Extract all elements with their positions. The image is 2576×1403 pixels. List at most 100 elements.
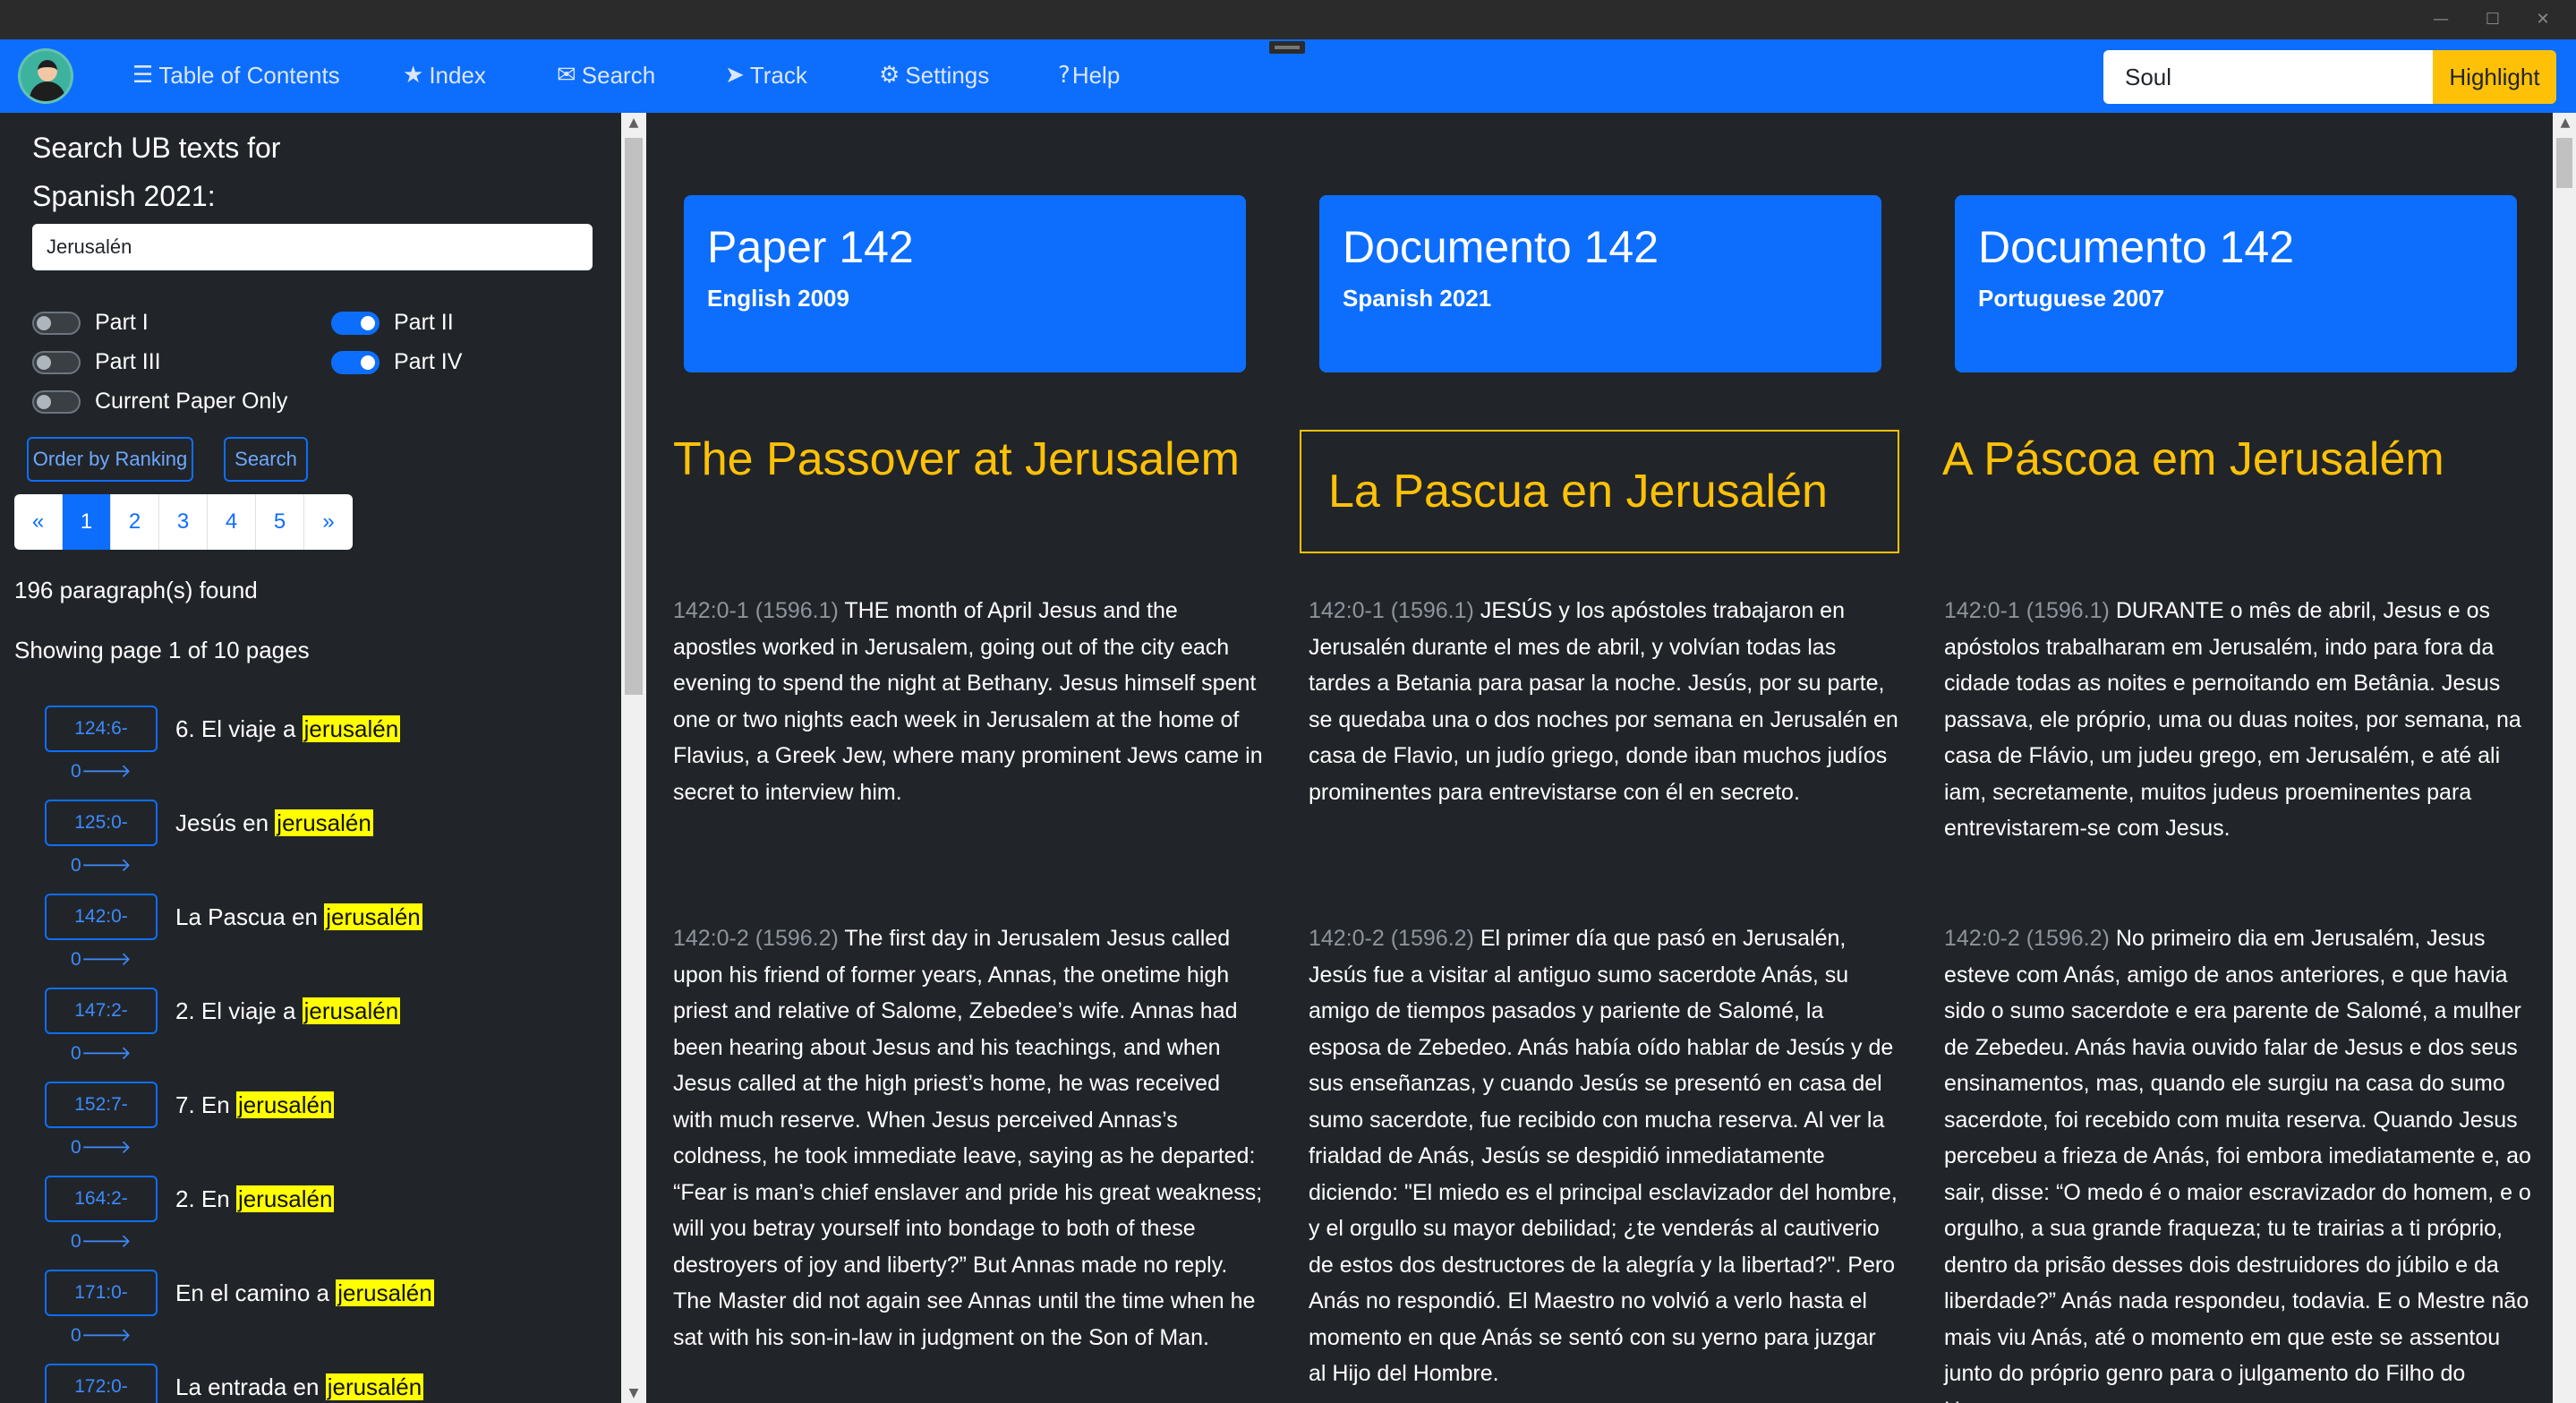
result-match: jerusalén: [302, 997, 401, 1024]
switch-current-paper-only[interactable]: [32, 389, 81, 414]
nav-index[interactable]: ★ Index: [403, 59, 486, 91]
toggle-part-1[interactable]: Part I: [32, 310, 149, 336]
toggle-current-paper-only[interactable]: Current Paper Only: [32, 389, 287, 415]
result-ref-link[interactable]: 147:2-0🡒: [45, 988, 158, 1064]
paper-title-english: The Passover at Jerusalem: [673, 433, 1240, 485]
scroll-down-icon[interactable]: ▼: [621, 1383, 646, 1403]
order-by-ranking-button[interactable]: Order by Ranking: [27, 437, 193, 482]
page-3[interactable]: 3: [159, 494, 208, 550]
sidebar-title-line2: Spanish 2021:: [32, 180, 216, 212]
page-2[interactable]: 2: [111, 494, 159, 550]
nav-help[interactable]: ? Help: [1058, 59, 1120, 91]
result-match: jerusalén: [235, 1185, 335, 1212]
toggle-label: Part II: [394, 310, 454, 335]
result-label: 6. El viaje a: [175, 714, 303, 742]
send-icon: ➤: [725, 62, 745, 89]
nav-search[interactable]: ✉ Search: [557, 59, 655, 91]
window-titlebar: — ☐ ✕: [0, 0, 2576, 39]
paragraph-ref: 142:0-1 (1596.1): [673, 598, 839, 623]
card-title: Paper 142: [707, 222, 914, 272]
search-result[interactable]: 142:0-0🡒 La Pascua en jerusalén: [45, 894, 422, 970]
switch-part-3[interactable]: [32, 350, 81, 374]
page-5[interactable]: 5: [256, 494, 304, 550]
search-result[interactable]: 147:2-0🡒 2. El viaje a jerusalén: [45, 988, 401, 1064]
paragraph-text: No primeiro dia em Jerusalém, Jesus este…: [1944, 926, 2531, 1403]
paragraph-ref: 142:0-1 (1596.1): [1944, 598, 2110, 623]
result-text[interactable]: La entrada en jerusalén: [175, 1373, 424, 1401]
switch-part-2[interactable]: [331, 311, 380, 335]
drag-handle[interactable]: [1269, 41, 1305, 54]
result-match: jerusalén: [235, 1091, 335, 1118]
result-text[interactable]: 6. El viaje a jerusalén: [175, 714, 401, 743]
result-text[interactable]: 2. El viaje a jerusalén: [175, 997, 401, 1025]
scroll-up-icon[interactable]: ▲: [621, 113, 646, 133]
highlight-search-input[interactable]: [2103, 50, 2433, 104]
search-result[interactable]: 171:0-0🡒 En el camino a jerusalén: [45, 1270, 434, 1346]
sidebar-scrollbar[interactable]: ▲ ▼: [621, 113, 646, 1403]
question-icon: ?: [1058, 62, 1070, 89]
close-icon[interactable]: ✕: [2529, 7, 2556, 32]
found-count: 196 paragraph(s) found: [14, 577, 258, 603]
result-ref-link[interactable]: 171:0-0🡒: [45, 1270, 158, 1346]
paper-title-spanish: La Pascua en Jerusalén: [1300, 430, 1899, 553]
search-result[interactable]: 172:0-0🡒 La entrada en jerusalén: [45, 1364, 424, 1403]
toggle-part-4[interactable]: Part IV: [331, 349, 462, 375]
nav-settings[interactable]: ⚙ Settings: [879, 59, 989, 91]
result-text[interactable]: 7. En jerusalén: [175, 1091, 335, 1119]
content-scroll-thumb[interactable]: [2556, 138, 2572, 188]
page-4[interactable]: 4: [208, 494, 256, 550]
maximize-icon[interactable]: ☐: [2479, 7, 2506, 32]
result-match: jerusalén: [336, 1279, 434, 1306]
content-scrollbar[interactable]: ▲: [2553, 113, 2576, 1403]
result-match: jerusalén: [302, 714, 401, 742]
sidebar-scroll-thumb[interactable]: [625, 138, 643, 695]
nav-table-of-contents[interactable]: ☰ Table of Contents: [132, 59, 340, 91]
result-label: La Pascua en: [175, 903, 325, 930]
result-ref-link[interactable]: 152:7-0🡒: [45, 1082, 158, 1158]
result-ref-link[interactable]: 172:0-0🡒: [45, 1364, 158, 1403]
result-text[interactable]: La Pascua en jerusalén: [175, 903, 422, 931]
toggle-label: Part I: [95, 310, 149, 335]
result-ref-link[interactable]: 125:0-0🡒: [45, 800, 158, 876]
search-result[interactable]: 124:6-0🡒 6. El viaje a jerusalén: [45, 706, 401, 782]
page-next[interactable]: »: [304, 494, 353, 550]
result-ref-link[interactable]: 142:0-0🡒: [45, 894, 158, 970]
paragraph: 142:0-2 (1596.2) No primeiro dia em Jeru…: [1944, 920, 2535, 1403]
card-subtitle: Portuguese 2007: [1978, 285, 2165, 312]
minimize-icon[interactable]: —: [2427, 7, 2454, 32]
paragraph-text: The first day in Jerusalem Jesus called …: [673, 926, 1263, 1350]
arrow-right-icon: 🡒: [81, 855, 132, 876]
result-text[interactable]: 2. En jerusalén: [175, 1185, 335, 1213]
result-ref-link[interactable]: 124:6-0🡒: [45, 706, 158, 782]
paper-card-spanish: Documento 142 Spanish 2021: [1319, 195, 1881, 372]
page-prev[interactable]: «: [14, 494, 63, 550]
card-subtitle: English 2009: [707, 285, 849, 312]
result-text[interactable]: Jesús en jerusalén: [175, 808, 373, 837]
sidebar-search-button[interactable]: Search: [224, 437, 308, 482]
switch-part-1[interactable]: [32, 311, 81, 335]
search-result[interactable]: 152:7-0🡒 7. En jerusalén: [45, 1082, 335, 1158]
nav-label: Table of Contents: [158, 62, 340, 89]
paper-title-portuguese: A Páscoa em Jerusalém: [1942, 433, 2444, 485]
search-result[interactable]: 164:2-0🡒 2. En jerusalén: [45, 1176, 335, 1252]
arrow-right-icon: 🡒: [81, 1231, 132, 1252]
toggle-part-3[interactable]: Part III: [32, 349, 161, 375]
scroll-up-icon[interactable]: ▲: [2553, 113, 2576, 133]
toggle-part-2[interactable]: Part II: [331, 310, 454, 336]
page-1[interactable]: 1: [63, 494, 111, 550]
result-ref-link[interactable]: 164:2-0🡒: [45, 1176, 158, 1252]
envelope-icon: ✉: [557, 62, 576, 89]
highlight-button[interactable]: Highlight: [2433, 50, 2556, 104]
sidebar-search-input[interactable]: Jerusalén: [32, 224, 593, 270]
switch-part-4[interactable]: [331, 350, 380, 374]
avatar[interactable]: [18, 48, 73, 104]
paper-content: Paper 142 English 2009 The Passover at J…: [646, 113, 2553, 1403]
nav-label: Track: [749, 62, 807, 89]
search-result[interactable]: 125:0-0🡒 Jesús en jerusalén: [45, 800, 373, 876]
result-text[interactable]: En el camino a jerusalén: [175, 1279, 434, 1307]
nav-label: Settings: [905, 62, 990, 89]
result-label: 7. En: [175, 1091, 236, 1118]
result-label: 2. En: [175, 1185, 236, 1212]
nav-track[interactable]: ➤ Track: [725, 59, 807, 91]
card-title: Documento 142: [1343, 222, 1659, 272]
